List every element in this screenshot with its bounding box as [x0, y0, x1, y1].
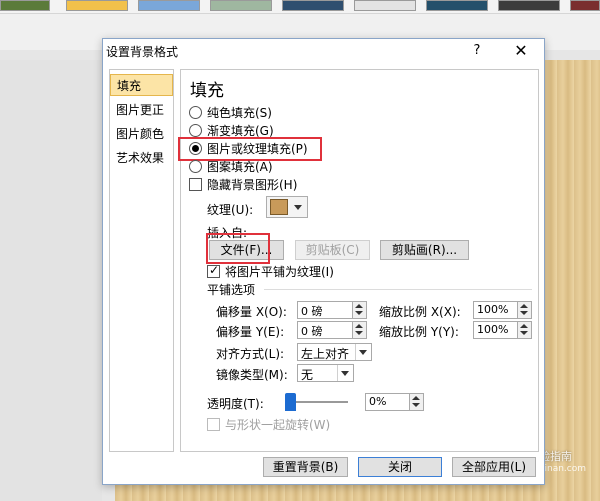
chevron-down-icon: [337, 365, 353, 381]
nav-item-picture-corrections[interactable]: 图片更正: [110, 99, 173, 121]
chevron-down-icon: [355, 344, 371, 360]
slide-thumbnail-pane: [0, 60, 102, 501]
theme-thumbnail[interactable]: [282, 0, 344, 11]
rotate-with-shape-checkbox[interactable]: [207, 418, 220, 431]
spinner-arrows-icon[interactable]: [409, 394, 423, 410]
radio-solid-fill[interactable]: [189, 106, 202, 119]
scale-y-value: 100%: [477, 323, 509, 336]
apply-to-all-button[interactable]: 全部应用(L): [452, 457, 536, 477]
spinner-arrows-icon[interactable]: [517, 302, 531, 318]
hide-background-graphics-checkbox[interactable]: [189, 178, 202, 191]
transparency-value: 0%: [369, 395, 387, 408]
offset-x-label: 偏移量 X(O):: [216, 305, 287, 319]
nav-item-fill[interactable]: 填充: [110, 74, 173, 96]
theme-thumbnail[interactable]: [570, 0, 600, 11]
mirror-type-dropdown[interactable]: 无: [297, 364, 354, 382]
offset-x-value: 0 磅: [301, 305, 323, 318]
dialog-title: 设置背景格式: [106, 45, 179, 59]
radio-label-pattern-fill: 图案填充(A): [207, 160, 273, 174]
reset-background-button[interactable]: 重置背景(B): [263, 457, 348, 477]
offset-y-label: 偏移量 Y(E):: [216, 325, 285, 339]
texture-swatch-icon: [270, 199, 288, 215]
tile-as-texture-label: 将图片平铺为纹理(I): [225, 265, 334, 279]
transparency-slider-thumb[interactable]: [285, 393, 296, 411]
nav-item-artistic-effects[interactable]: 艺术效果: [110, 147, 173, 169]
help-button[interactable]: ?: [467, 40, 487, 62]
tile-as-texture-checkbox[interactable]: [207, 263, 220, 278]
theme-thumbnail[interactable]: [498, 0, 560, 11]
tiling-options-divider: [264, 289, 532, 290]
offset-x-spinner[interactable]: 0 磅: [297, 301, 367, 319]
radio-label-picture-texture-fill: 图片或纹理填充(P): [207, 142, 308, 156]
offset-y-value: 0 磅: [301, 325, 323, 338]
tiling-options-label: 平铺选项: [207, 283, 256, 297]
spinner-arrows-icon[interactable]: [352, 322, 366, 338]
theme-thumbnail[interactable]: [0, 0, 50, 11]
radio-gradient-fill[interactable]: [189, 124, 202, 137]
clipboard-button[interactable]: 剪贴板(C): [295, 240, 370, 260]
close-button[interactable]: 关闭: [358, 457, 442, 477]
theme-thumbnail[interactable]: [66, 0, 128, 11]
mirror-type-label: 镜像类型(M):: [216, 368, 288, 382]
radio-pattern-fill[interactable]: [189, 160, 202, 173]
highlight-box-file-button: [206, 233, 270, 264]
clipart-button[interactable]: 剪贴画(R)...: [380, 240, 469, 260]
spinner-arrows-icon[interactable]: [352, 302, 366, 318]
scale-x-label: 缩放比例 X(X):: [379, 305, 461, 319]
nav-item-picture-color[interactable]: 图片颜色: [110, 123, 173, 145]
transparency-label: 透明度(T):: [207, 397, 264, 411]
scale-y-label: 缩放比例 Y(Y):: [379, 325, 459, 339]
radio-picture-texture-fill[interactable]: [189, 142, 202, 155]
alignment-label: 对齐方式(L):: [216, 347, 285, 361]
chevron-down-icon: [294, 205, 302, 210]
rotate-with-shape-label: 与形状一起旋转(W): [225, 418, 331, 432]
hide-background-graphics-label: 隐藏背景图形(H): [207, 178, 298, 192]
scale-x-spinner[interactable]: 100%: [473, 301, 532, 319]
panel-title: 填充: [190, 81, 224, 101]
alignment-value: 左上对齐: [301, 347, 350, 361]
theme-thumbnail[interactable]: [426, 0, 488, 11]
close-icon[interactable]: ✕: [507, 40, 535, 62]
theme-thumbnail[interactable]: [354, 0, 416, 11]
scale-x-value: 100%: [477, 303, 509, 316]
theme-thumbnail[interactable]: [138, 0, 200, 11]
transparency-spinner[interactable]: 0%: [365, 393, 424, 411]
radio-label-solid-fill: 纯色填充(S): [207, 106, 272, 120]
mirror-type-value: 无: [301, 368, 314, 382]
texture-label: 纹理(U):: [207, 203, 254, 217]
theme-thumbnail[interactable]: [210, 0, 272, 11]
offset-y-spinner[interactable]: 0 磅: [297, 321, 367, 339]
scale-y-spinner[interactable]: 100%: [473, 321, 532, 339]
alignment-dropdown[interactable]: 左上对齐: [297, 343, 372, 361]
spinner-arrows-icon[interactable]: [517, 322, 531, 338]
